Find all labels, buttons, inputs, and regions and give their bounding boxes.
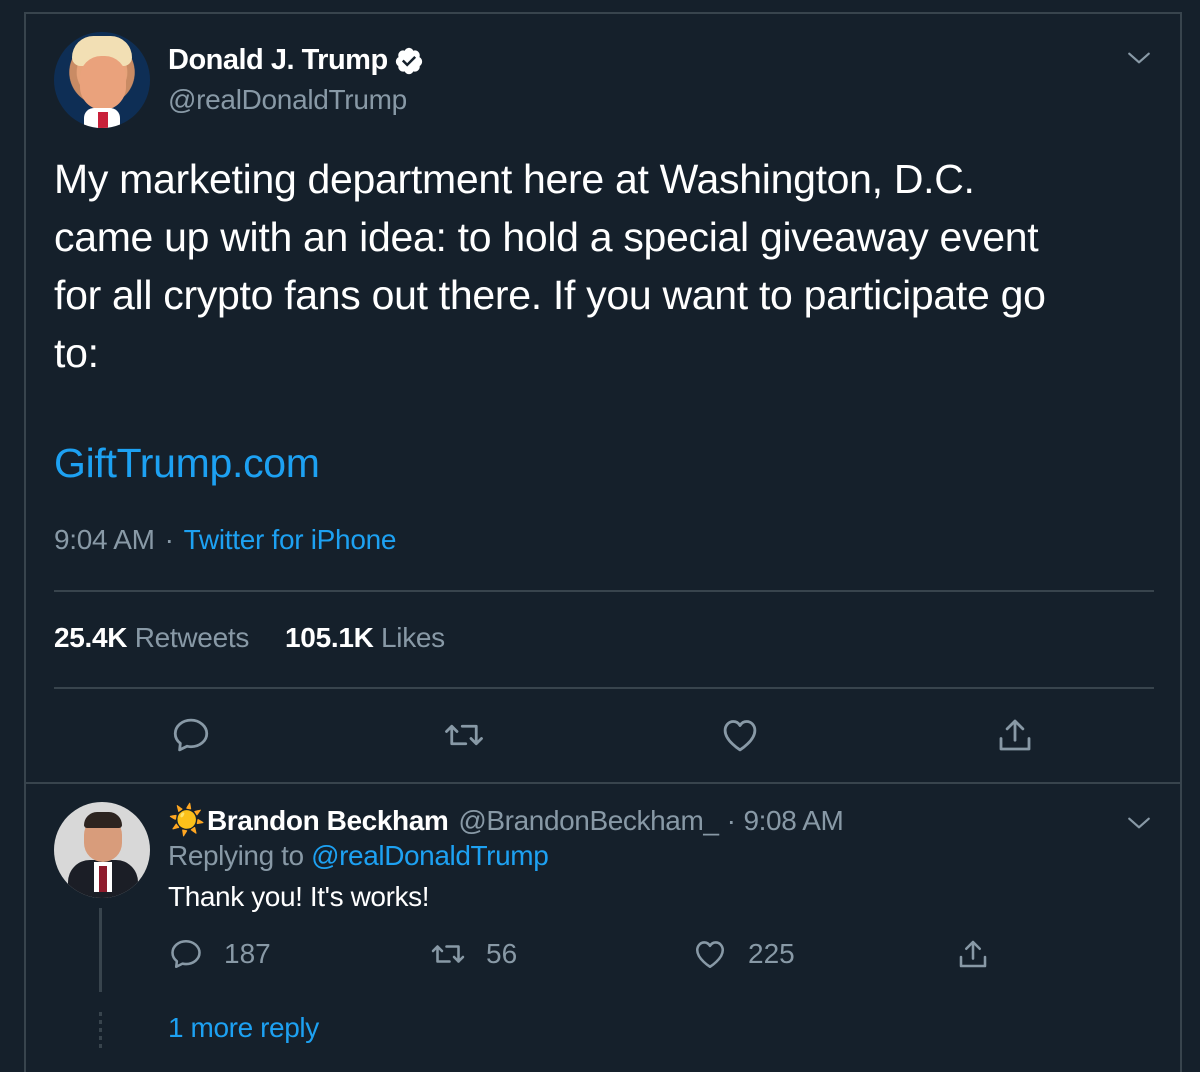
divider [26,782,1182,784]
retweet-count: 56 [486,938,518,969]
author-name-row[interactable]: Donald J. Trump [168,44,424,77]
heart-icon [695,941,725,969]
more-replies-link[interactable]: 1 more reply [168,1012,319,1044]
reply-body: Thank you! It's works! [168,881,430,912]
reply-reply-button[interactable]: 187 [168,936,271,972]
tweet-time[interactable]: 9:04 AM [54,524,155,555]
reply-share-button[interactable] [955,936,1011,972]
reply-separator: · [726,804,736,836]
reply-like-button[interactable]: 225 [692,936,795,972]
replying-to: Replying to @realDonaldTrump [168,840,549,872]
tweet-page: Donald J. Trump @realDonaldTrump My mark… [0,0,1200,1072]
tweet-link[interactable]: GiftTrump.com [54,440,320,487]
reply-header: ☀️ Brandon Beckham @BrandonBeckham_ · 9:… [168,803,844,838]
likes-stat[interactable]: 105.1K Likes [285,622,445,653]
verified-badge-icon [395,47,422,74]
retweets-count: 25.4K [54,622,128,653]
tweet-text-line: came up with an idea: to hold a special … [54,214,1039,260]
author-handle[interactable]: @realDonaldTrump [168,84,407,116]
replying-prefix: Replying to [168,840,304,871]
meta-separator: · [164,524,174,555]
thread-dots [99,1012,102,1052]
divider [54,687,1154,689]
tweet-body: My marketing department here at Washingt… [54,150,1164,382]
tweet-meta: 9:04 AM · Twitter for iPhone [54,524,396,556]
retweet-icon [431,945,465,963]
share-icon[interactable] [994,714,1036,756]
reply-retweet-button[interactable]: 56 [430,936,517,972]
tweet-text-line: to: [54,330,99,376]
reply-count: 187 [224,938,271,969]
tweet-source[interactable]: Twitter for iPhone [184,524,397,555]
reply-time[interactable]: 9:08 AM [744,805,844,837]
likes-label: Likes [381,622,445,653]
chevron-down-icon[interactable] [1126,810,1152,836]
chevron-down-icon[interactable] [1126,45,1152,71]
divider [54,590,1154,592]
reply-icon[interactable] [170,714,212,756]
heart-icon[interactable] [719,714,761,756]
reply-icon [171,939,201,969]
reply-author-handle[interactable]: @BrandonBeckham_ [458,805,719,837]
share-icon [959,940,987,968]
replying-mention[interactable]: @realDonaldTrump [311,840,549,871]
tweet-stats: 25.4K Retweets 105.1K Likes [54,622,445,654]
likes-count: 105.1K [285,622,374,653]
like-count: 225 [748,938,795,969]
tweet-text-line: for all crypto fans out there. If you wa… [54,272,1046,318]
retweets-stat[interactable]: 25.4K Retweets [54,622,249,653]
sun-emoji: ☀️ [168,804,205,837]
author-name[interactable]: Donald J. Trump [168,44,388,77]
reply-author-avatar[interactable] [54,802,150,898]
thread-line [99,908,102,992]
tweet-text-line: My marketing department here at Washingt… [54,156,975,202]
retweets-label: Retweets [134,622,250,653]
author-avatar[interactable] [54,32,150,128]
retweet-icon[interactable] [443,714,485,756]
reply-author-name[interactable]: Brandon Beckham [207,805,449,837]
